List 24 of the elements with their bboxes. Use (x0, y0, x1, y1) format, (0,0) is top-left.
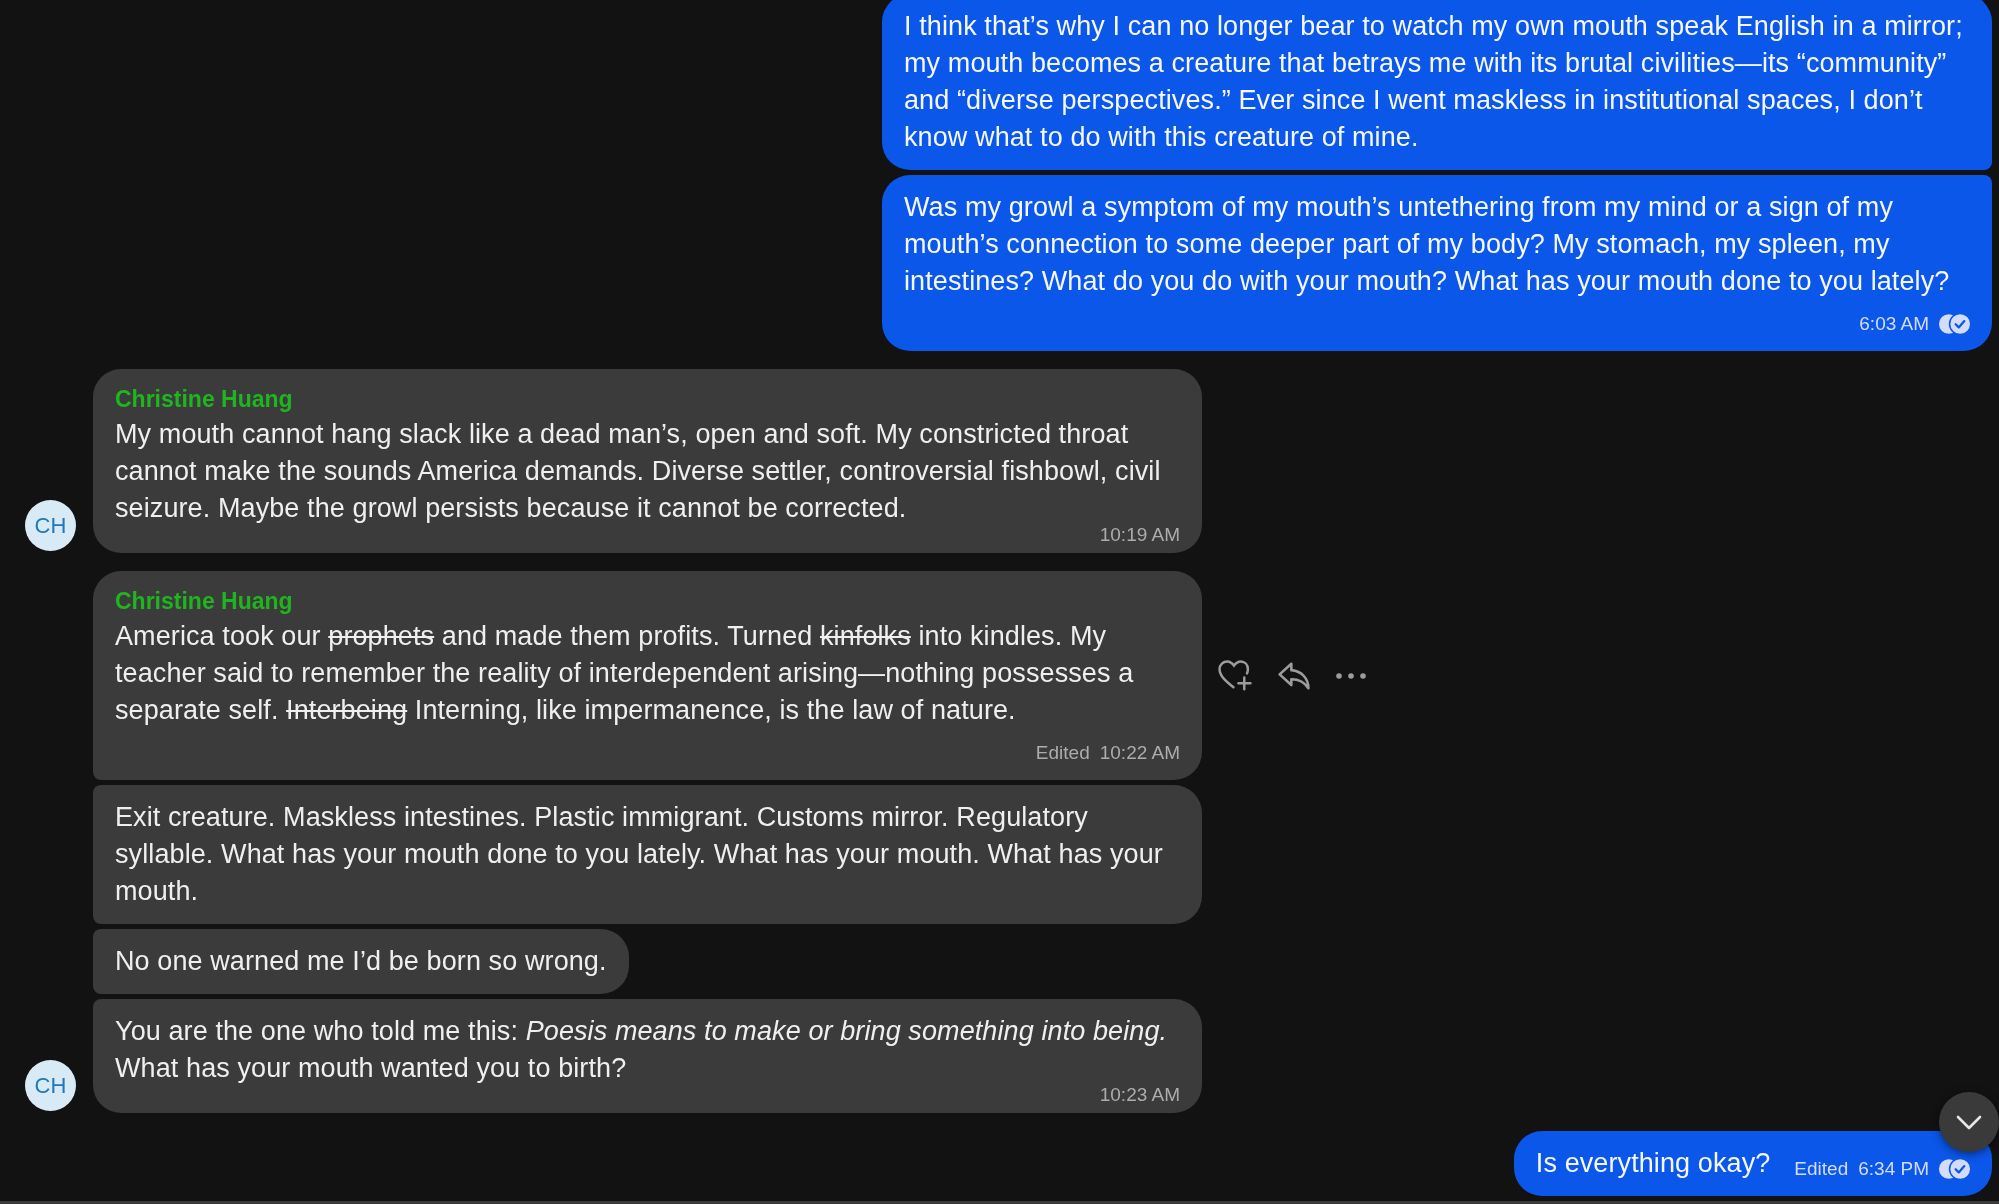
heart-plus-icon[interactable] (1218, 660, 1252, 691)
message-time: 10:22 AM (1099, 741, 1180, 765)
chevron-down-icon (1956, 1114, 1982, 1130)
message-text: No one warned me I’d be born so wrong. (115, 946, 607, 976)
message-time: 10:19 AM (1099, 524, 1180, 545)
message-text: Was my growl a symptom of my mouth’s untethering from my mind or a sign of my mouth’s connection to some deeper part of my body? My stomach, my spleen, my intestines? What do you do with your mouth? What has your mouth done to you lately? (904, 192, 1950, 296)
message-time: 6:34 PM (1858, 1157, 1929, 1181)
sender-name: Christine Huang (115, 385, 294, 414)
message-text: I think that’s why I can no longer bear to watch my own mouth speak English in a mirror; my mouth becomes a creature that betrays me with its brutal civilities—its “community” and “diverse perspectives.” Ever since I went maskless in institutional spaces, I don’t know what to do with this creature of mine. (904, 11, 1963, 152)
edited-label: Edited (1794, 1157, 1849, 1181)
message-time: 6:03 AM (1859, 312, 1929, 336)
message-text: My mouth cannot hang slack like a dead man’s, open and soft. My constricted throat cannot make the sounds America demands. Diverse settler, controversial fishbowl, civil seizure. Maybe the growl persists because it cannot be corrected. (115, 419, 1161, 523)
message-text: Is everything okay? (1535, 1148, 1771, 1178)
message-text: America took our prophets and made them profits. Turned kinfolks into kindles. My teacher said to remember the reality of interdependent arising—nothing possesses a separate self. Interbeing Interning, like impermanence, is the law of nature. (115, 621, 1134, 725)
avatar-initials: CH (25, 500, 76, 551)
scroll-down-button[interactable] (1939, 1092, 1999, 1152)
message-text: Exit creature. Maskless intestines. Plastic immigrant. Customs mirror. Regulatory syllable. What has your mouth done to you lately. What has your mouth. What has your mouth. (115, 802, 1163, 906)
avatar-initials: CH (25, 1060, 76, 1111)
sender-name: Christine Huang (115, 587, 294, 616)
edited-label: Edited (1035, 741, 1090, 765)
message-text: You are the one who told me this: Poesis means to make or bring something into being. What has your mouth wanted you to birth? (115, 1016, 1168, 1083)
message-time: 10:23 AM (1099, 1084, 1180, 1105)
more-options-icon[interactable] (1336, 672, 1366, 679)
reply-icon[interactable] (1278, 661, 1310, 690)
